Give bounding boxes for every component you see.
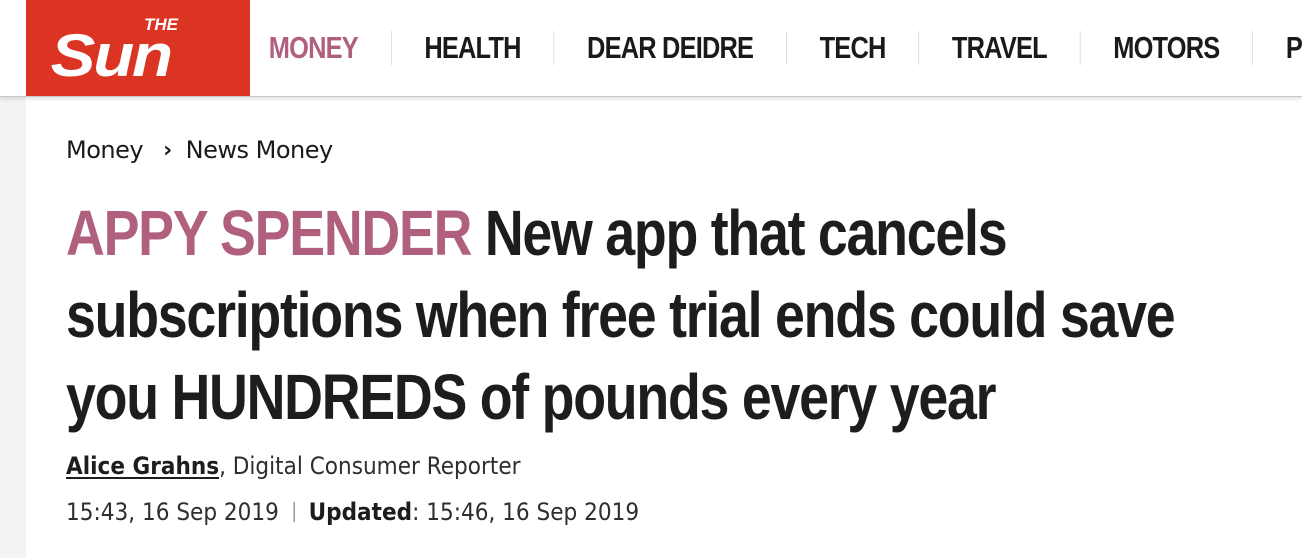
breadcrumb-money[interactable]: Money xyxy=(66,136,144,164)
author-link[interactable]: Alice Grahns xyxy=(66,452,219,480)
chevron-right-icon: › xyxy=(163,137,172,163)
article-headline: APPY SPENDER New app that cancels subscr… xyxy=(66,192,1242,438)
left-gutter xyxy=(0,96,26,558)
published-time: 15:43, 16 Sep 2019 xyxy=(66,498,279,526)
nav-item-puzzles[interactable]: PUZZLES xyxy=(1253,30,1302,66)
breadcrumb-news-money[interactable]: News Money xyxy=(186,136,334,164)
nav-item-travel[interactable]: TRAVEL xyxy=(919,30,1079,66)
date-divider xyxy=(293,502,295,522)
the-sun-logo[interactable]: THE Sun xyxy=(26,0,250,96)
updated-label: Updated xyxy=(308,498,413,526)
headline-kicker: APPY SPENDER xyxy=(66,197,485,269)
byline: Alice Grahns, Digital Consumer Reporter xyxy=(66,452,521,480)
nav-item-motors[interactable]: MOTORS xyxy=(1080,30,1252,66)
author-role: , Digital Consumer Reporter xyxy=(219,452,521,480)
updated-time: : 15:46, 16 Sep 2019 xyxy=(412,498,640,526)
article-dates: 15:43, 16 Sep 2019 Updated: 15:46, 16 Se… xyxy=(66,498,639,526)
logo-main-text: Sun xyxy=(51,22,171,89)
sun-logo-icon: THE Sun xyxy=(51,15,179,89)
section-nav: MONEY HEALTH DEAR DEIDRE TECH TRAVEL MOT… xyxy=(236,0,1302,96)
breadcrumb: Money › News Money xyxy=(66,136,333,164)
nav-item-health[interactable]: HEALTH xyxy=(392,30,554,66)
nav-item-dear-deidre[interactable]: DEAR DEIDRE xyxy=(554,30,786,66)
nav-item-tech[interactable]: TECH xyxy=(787,30,919,66)
nav-item-money[interactable]: MONEY xyxy=(236,30,391,66)
top-navigation: THE Sun MONEY HEALTH DEAR DEIDRE TECH TR… xyxy=(0,0,1302,97)
